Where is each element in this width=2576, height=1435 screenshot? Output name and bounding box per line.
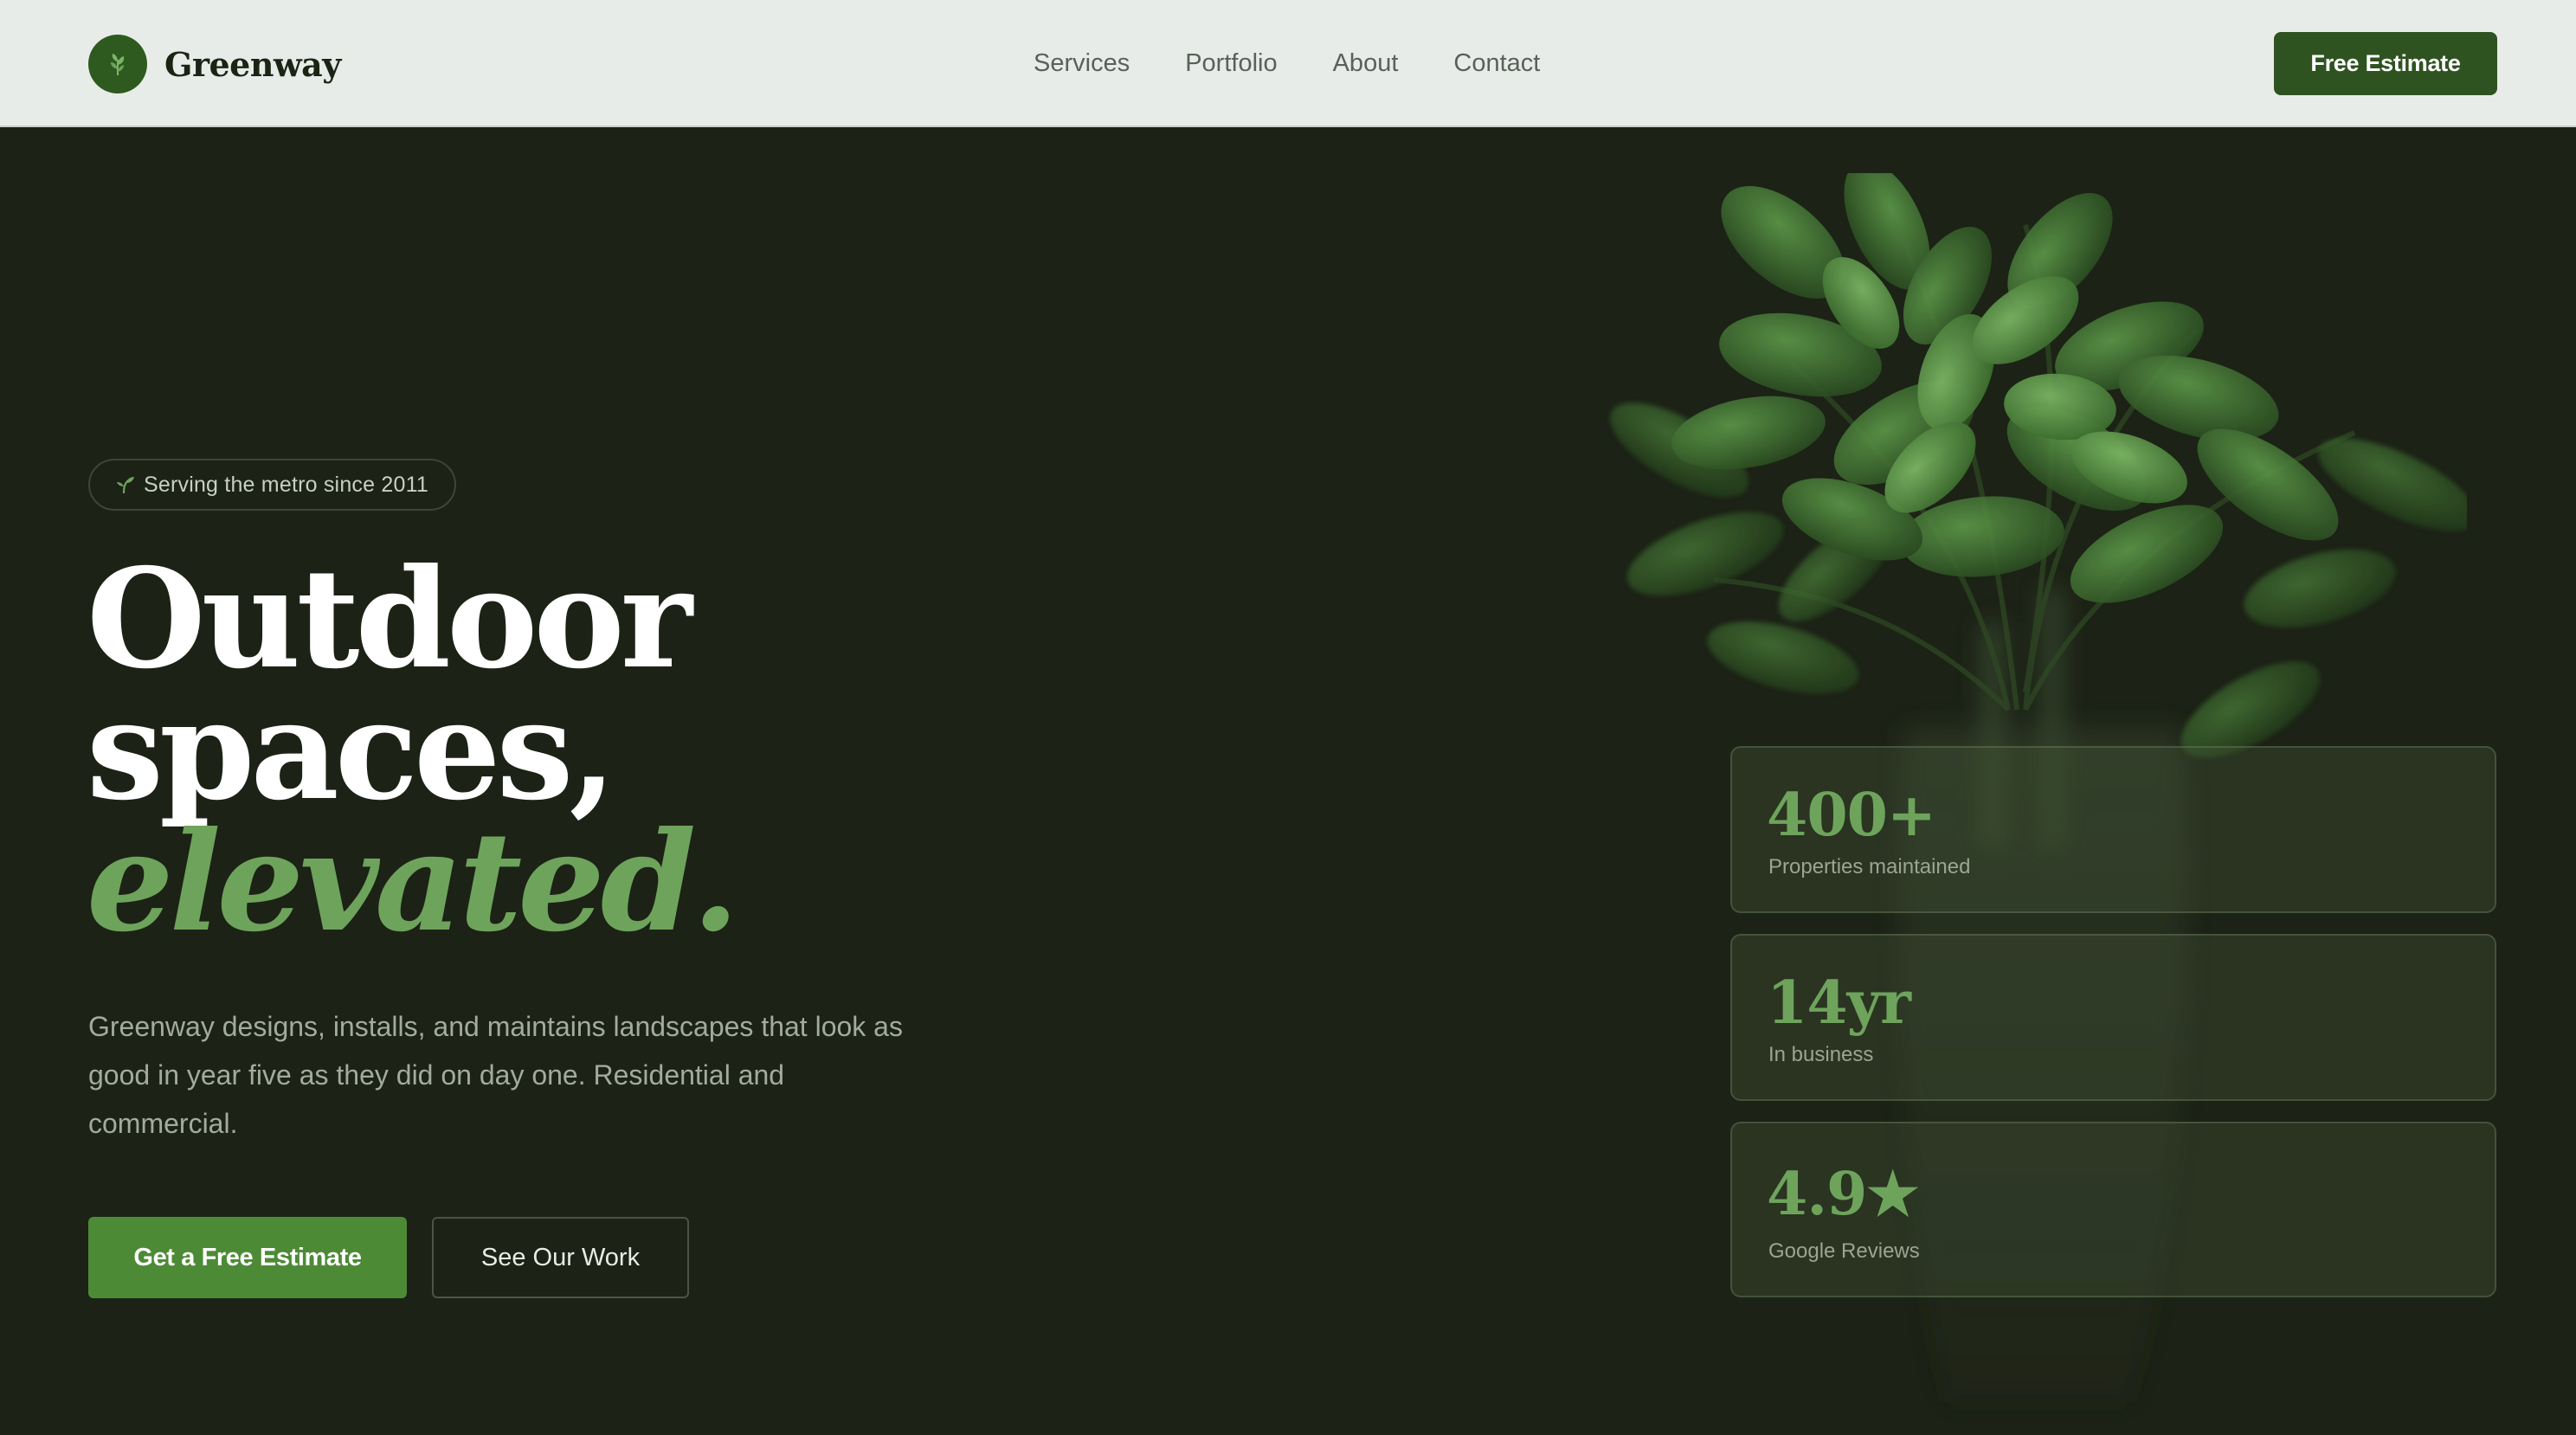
brand-name: Greenway: [164, 44, 341, 84]
get-free-estimate-button[interactable]: Get a Free Estimate: [88, 1217, 407, 1298]
stat-value: 4.9★: [1767, 1160, 1919, 1229]
hero-headline: Outdoor spaces, elevated.: [87, 539, 739, 962]
leaf-sprig-icon: [88, 35, 147, 93]
free-estimate-button[interactable]: Free Estimate: [2274, 32, 2497, 95]
stat-label: Properties maintained: [1768, 855, 1971, 878]
top-navbar: Greenway Services Portfolio About Contac…: [0, 0, 2576, 127]
headline-line-1: Outdoor: [87, 539, 692, 699]
stat-label: Google Reviews: [1768, 1239, 1920, 1263]
landing-page: Greenway Services Portfolio About Contac…: [0, 0, 2576, 1435]
nav-link-services[interactable]: Services: [1034, 48, 1130, 79]
stat-card-properties: 400+ Properties maintained: [1730, 746, 2496, 913]
primary-nav: Services Portfolio About Contact: [1034, 48, 1595, 79]
hero-description: Greenway designs, installs, and maintain…: [88, 1011, 903, 1139]
stat-card-reviews: 4.9★ Google Reviews: [1730, 1122, 2496, 1297]
headline-accent: elevated.: [87, 802, 739, 962]
nav-link-contact[interactable]: Contact: [1453, 48, 1540, 79]
stat-label: In business: [1768, 1043, 1874, 1066]
brand-logo[interactable]: Greenway: [88, 35, 341, 93]
nav-link-portfolio[interactable]: Portfolio: [1185, 48, 1277, 79]
stat-card-years: 14yr In business: [1730, 934, 2496, 1101]
stat-value: 400+: [1767, 781, 1936, 850]
since-badge: Serving the metro since 2011: [88, 459, 456, 511]
nav-link-about[interactable]: About: [1333, 48, 1399, 79]
sprout-icon: [117, 477, 134, 494]
see-our-work-button[interactable]: See Our Work: [432, 1217, 689, 1298]
stat-value: 14yr: [1767, 968, 1911, 1038]
headline-line-2: spaces,: [87, 671, 617, 831]
since-badge-text: Serving the metro since 2011: [144, 472, 428, 497]
